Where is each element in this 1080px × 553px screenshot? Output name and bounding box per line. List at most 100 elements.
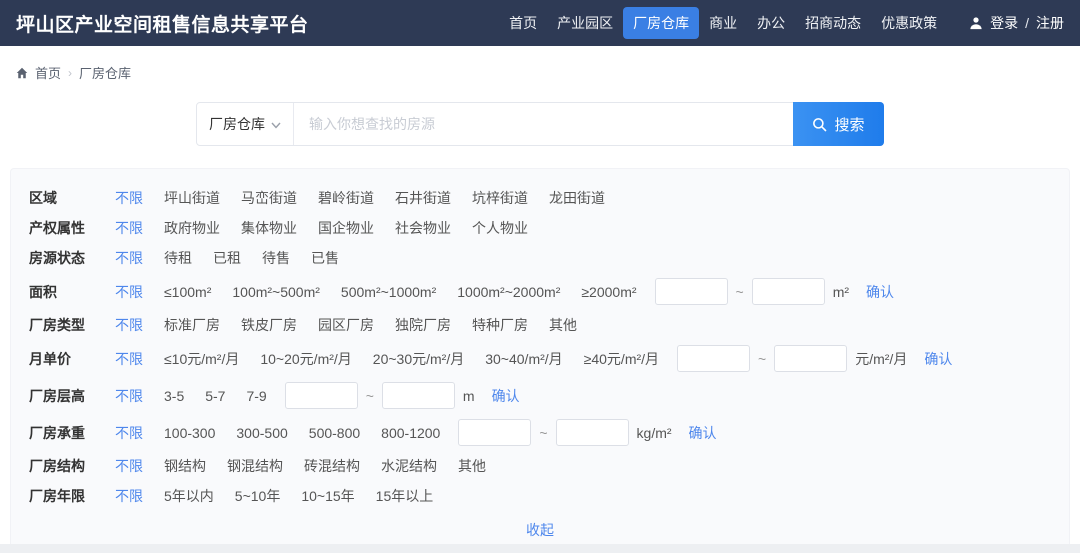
filter-option[interactable]: 政府物业 [164, 218, 220, 238]
filter-option[interactable]: 100-300 [164, 425, 215, 441]
filter-row-label: 厂房结构 [29, 456, 115, 476]
filter-row-label: 区域 [29, 188, 115, 208]
confirm-button[interactable]: 确认 [492, 386, 520, 406]
nav-item[interactable]: 商业 [699, 7, 747, 39]
nav-item-active[interactable]: 厂房仓库 [623, 7, 699, 39]
range-max-input[interactable] [382, 382, 455, 409]
filter-option[interactable]: 已租 [213, 248, 241, 268]
range-max-input[interactable] [752, 278, 825, 305]
filter-option[interactable]: 石井街道 [395, 188, 451, 208]
home-icon [16, 67, 28, 79]
filter-option[interactable]: 个人物业 [472, 218, 528, 238]
filter-option[interactable]: 500-800 [309, 425, 360, 441]
filter-option[interactable]: 待售 [262, 248, 290, 268]
filter-option[interactable]: 其他 [458, 456, 486, 476]
filter-row-label: 厂房承重 [29, 423, 115, 443]
range-min-input[interactable] [285, 382, 358, 409]
filter-option-selected[interactable]: 不限 [115, 315, 143, 335]
filter-row-label: 房源状态 [29, 248, 115, 268]
filter-option[interactable]: ≤100m² [164, 284, 211, 300]
filter-option[interactable]: 水泥结构 [381, 456, 437, 476]
nav-item[interactable]: 办公 [747, 7, 795, 39]
filter-option[interactable]: ≥2000m² [581, 284, 636, 300]
filter-option[interactable]: 1000m²~2000m² [457, 284, 560, 300]
filter-option-selected[interactable]: 不限 [115, 188, 143, 208]
confirm-button[interactable]: 确认 [924, 349, 952, 369]
filter-option[interactable]: 300-500 [236, 425, 287, 441]
filter-option-selected[interactable]: 不限 [115, 486, 143, 506]
filter-option-selected[interactable]: 不限 [115, 282, 143, 302]
filter-option-selected[interactable]: 不限 [115, 456, 143, 476]
filter-option[interactable]: 30~40/m²/月 [485, 349, 562, 369]
breadcrumb-home-link[interactable]: 首页 [35, 63, 61, 82]
filter-option[interactable]: 碧岭街道 [318, 188, 374, 208]
filter-option[interactable]: 龙田街道 [549, 188, 605, 208]
range-min-input[interactable] [677, 345, 750, 372]
confirm-button[interactable]: 确认 [866, 282, 894, 302]
filter-option[interactable]: 国企物业 [318, 218, 374, 238]
filter-option[interactable]: ≥40元/m²/月 [584, 349, 659, 369]
filter-option[interactable]: 10~20元/m²/月 [260, 349, 351, 369]
nav-item[interactable]: 优惠政策 [871, 7, 947, 39]
filter-option[interactable]: 钢结构 [164, 456, 206, 476]
search-input[interactable] [294, 103, 793, 145]
login-link[interactable]: 登录 [990, 13, 1018, 33]
filter-option[interactable]: 集体物业 [241, 218, 297, 238]
range-max-input[interactable] [556, 419, 629, 446]
filter-option[interactable]: 待租 [164, 248, 192, 268]
search-button[interactable]: 搜索 [793, 102, 884, 146]
filter-option[interactable]: 钢混结构 [227, 456, 283, 476]
filter-row: 月单价 不限≤10元/m²/月10~20元/m²/月20~30元/m²/月30~… [29, 340, 1051, 377]
search-category-dropdown[interactable]: 厂房仓库 [197, 103, 294, 145]
filter-option[interactable]: 500m²~1000m² [341, 284, 436, 300]
filter-options: 不限 100-300 300-500 500-800 800-1200 [115, 423, 440, 443]
filter-option[interactable]: 15年以上 [376, 486, 434, 506]
filter-option[interactable]: 800-1200 [381, 425, 440, 441]
range-min-input[interactable] [655, 278, 728, 305]
auth-links: 登录 / 注册 [969, 13, 1064, 33]
filter-option[interactable]: 已售 [311, 248, 339, 268]
filter-panel: 区域 不限坪山街道马峦街道碧岭街道石井街道坑梓街道龙田街道 产权属性 不限政府物… [10, 168, 1070, 553]
register-link[interactable]: 注册 [1036, 13, 1064, 33]
filter-option[interactable]: 20~30元/m²/月 [373, 349, 464, 369]
nav-item[interactable]: 招商动态 [795, 7, 871, 39]
filter-row-label: 面积 [29, 282, 115, 302]
filter-option[interactable]: 5-7 [205, 388, 225, 404]
filter-option[interactable]: 社会物业 [395, 218, 451, 238]
search-category-value: 厂房仓库 [209, 114, 265, 134]
range-min-input[interactable] [458, 419, 531, 446]
filter-option[interactable]: 马峦街道 [241, 188, 297, 208]
range-max-input[interactable] [774, 345, 847, 372]
nav-item[interactable]: 产业园区 [547, 7, 623, 39]
filter-option-selected[interactable]: 不限 [115, 386, 143, 406]
filter-option-selected[interactable]: 不限 [115, 423, 143, 443]
filter-option[interactable]: 5~10年 [235, 486, 281, 506]
filter-option[interactable]: 5年以内 [164, 486, 214, 506]
filter-option-selected[interactable]: 不限 [115, 248, 143, 268]
confirm-button[interactable]: 确认 [689, 423, 717, 443]
filter-option[interactable]: 3-5 [164, 388, 184, 404]
filter-option[interactable]: 坑梓街道 [472, 188, 528, 208]
nav-item[interactable]: 首页 [499, 7, 547, 39]
filter-option[interactable]: 10~15年 [301, 486, 354, 506]
filter-option[interactable]: 独院厂房 [395, 315, 451, 335]
filter-option[interactable]: 坪山街道 [164, 188, 220, 208]
filter-option[interactable]: 特种厂房 [472, 315, 528, 335]
filter-option[interactable]: 标准厂房 [164, 315, 220, 335]
filter-options: 不限 坪山街道 马峦街道 碧岭街道 石井街道 坑梓街道 龙田街道 [115, 188, 605, 208]
range-unit: m² [833, 284, 849, 300]
filter-option[interactable]: ≤10元/m²/月 [164, 349, 239, 369]
filter-option[interactable]: 铁皮厂房 [241, 315, 297, 335]
filter-option[interactable]: 其他 [549, 315, 577, 335]
filter-option-selected[interactable]: 不限 [115, 218, 143, 238]
collapse-button[interactable]: 收起 [526, 522, 554, 538]
user-icon [969, 16, 983, 30]
filter-option[interactable]: 100m²~500m² [232, 284, 320, 300]
filter-option[interactable]: 7-9 [246, 388, 266, 404]
filter-option[interactable]: 砖混结构 [304, 456, 360, 476]
filter-option-selected[interactable]: 不限 [115, 349, 143, 369]
filter-option[interactable]: 园区厂房 [318, 315, 374, 335]
search-section: 厂房仓库 搜索 [0, 102, 1080, 146]
filter-row: 面积 不限 ≤100m² 100m²~500m² 500m²~1000m² 1000m²… [29, 273, 1051, 310]
filter-row-label: 产权属性 [29, 218, 115, 238]
